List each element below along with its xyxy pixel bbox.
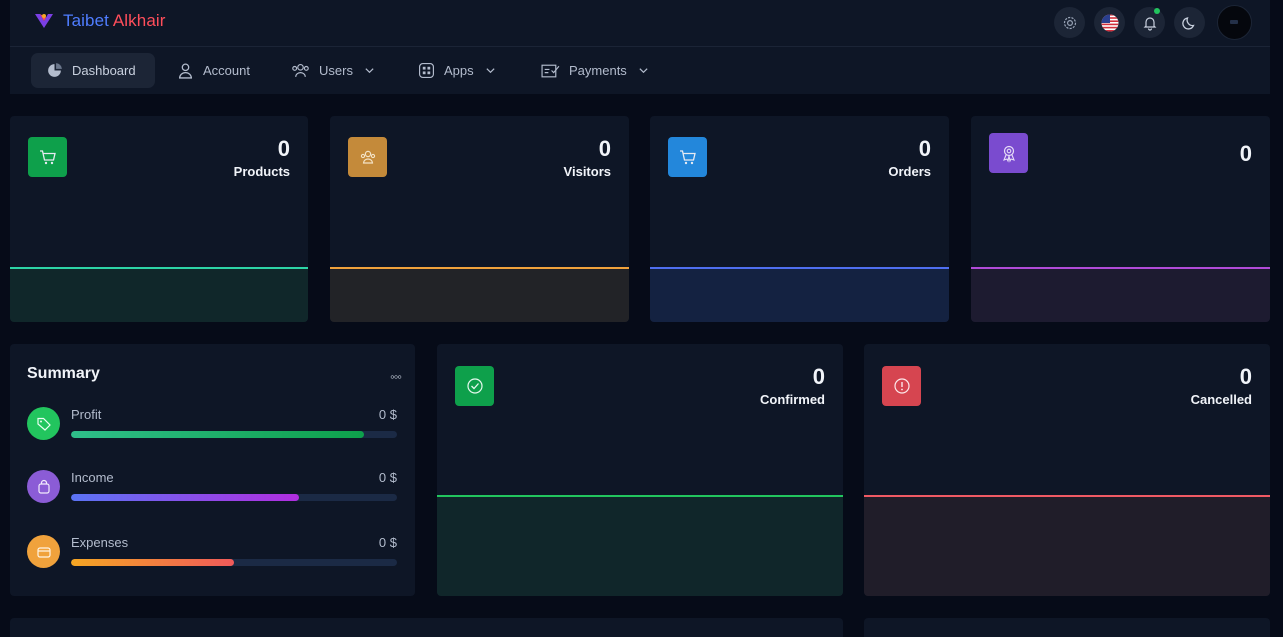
orders-wave: [650, 267, 949, 322]
products-label: Products: [233, 164, 290, 179]
wallet-icon: [27, 535, 60, 568]
nav-label: Account: [203, 63, 250, 78]
main-nav: Dashboard Account Users Apps Payments: [10, 47, 1270, 94]
progress-fill: [71, 431, 365, 438]
summary-value: 0 $: [378, 407, 397, 422]
user-avatar[interactable]: [1217, 5, 1252, 40]
summary-name: Income: [71, 470, 114, 485]
visitors-label: Visitors: [563, 164, 611, 179]
check-circle-icon: [466, 378, 483, 394]
confirmed-icon-box: [455, 366, 494, 406]
stat-card-confirmed: 0 Confirmed: [437, 344, 843, 596]
awards-count: 0: [1239, 141, 1252, 166]
us-flag-icon: [1101, 14, 1118, 31]
summary-name: Expenses: [71, 535, 129, 550]
nav-label: Payments: [569, 63, 627, 78]
summary-title: Summary: [27, 365, 100, 382]
visitors-icon-box: [348, 137, 387, 177]
moon-icon: [1181, 16, 1195, 30]
stat-card-visitors: 0 Visitors: [330, 116, 629, 322]
confirmed-wave: [437, 495, 843, 596]
summary-name: Profit: [71, 407, 102, 422]
orders-count: 0: [918, 136, 931, 161]
summary-value: 0 $: [378, 470, 397, 485]
notification-dot: [1154, 8, 1160, 14]
language-button[interactable]: [1094, 7, 1125, 38]
brand-name-part1: Taibet: [63, 11, 109, 30]
bottom-card-left: [10, 618, 843, 637]
chevron-down-icon: [365, 68, 374, 74]
visitors-wave: [330, 267, 629, 322]
progress-track: [71, 559, 397, 566]
notifications-button[interactable]: [1134, 7, 1165, 38]
users-icon: [360, 150, 375, 164]
theme-toggle-button[interactable]: [1174, 7, 1205, 38]
pie-chart-icon: [48, 63, 62, 77]
cancelled-icon-box: [882, 366, 921, 406]
confirmed-count: 0: [812, 364, 825, 389]
award-icon: [1002, 145, 1015, 163]
alert-circle-icon: [893, 378, 910, 394]
apps-grid-icon: [419, 63, 434, 78]
nav-item-dashboard[interactable]: Dashboard: [31, 53, 155, 88]
page-scrollbar[interactable]: [1270, 0, 1283, 637]
stat-card-awards: 0: [971, 116, 1270, 322]
summary-row-profit: Profit 0 $: [27, 407, 397, 447]
visitors-count: 0: [598, 136, 611, 161]
more-options-icon[interactable]: ◦◦◦: [390, 369, 402, 384]
settings-button[interactable]: [1054, 7, 1085, 38]
cart-icon: [679, 150, 696, 165]
nav-item-apps[interactable]: Apps: [418, 53, 496, 88]
tag-icon: [27, 407, 60, 440]
products-count: 0: [277, 136, 290, 161]
brand-v-icon: [35, 14, 53, 28]
confirmed-label: Confirmed: [760, 392, 825, 407]
chevron-down-icon: [639, 68, 648, 74]
summary-row-income: Income 0 $: [27, 470, 397, 510]
app-header: Taibet Alkhair Dashboard Account Users A…: [10, 0, 1270, 94]
progress-track: [71, 431, 397, 438]
cancelled-label: Cancelled: [1190, 392, 1252, 407]
nav-label: Dashboard: [72, 63, 136, 78]
nav-item-users[interactable]: Users: [291, 53, 375, 88]
progress-fill: [71, 559, 234, 566]
cancelled-wave: [864, 495, 1270, 596]
cart-icon: [39, 150, 56, 165]
orders-icon-box: [668, 137, 707, 177]
summary-row-expenses: Expenses 0 $: [27, 535, 397, 575]
awards-icon-box: [989, 133, 1028, 173]
products-icon-box: [28, 137, 67, 177]
user-icon: [179, 63, 192, 79]
gear-icon: [1063, 16, 1076, 29]
bottom-card-right: [864, 618, 1270, 637]
invoice-icon: [541, 64, 560, 78]
stat-card-products: 0 Products: [10, 116, 308, 322]
top-bar: Taibet Alkhair: [10, 0, 1270, 47]
stat-card-orders: 0 Orders: [650, 116, 949, 322]
nav-item-account[interactable]: Account: [177, 53, 250, 88]
brand-logo[interactable]: Taibet Alkhair: [34, 10, 166, 32]
nav-label: Users: [319, 63, 353, 78]
bell-icon: [1143, 16, 1156, 31]
brand-name-part2: Alkhair: [112, 11, 166, 30]
cancelled-count: 0: [1239, 364, 1252, 389]
nav-item-payments[interactable]: Payments: [541, 53, 649, 88]
progress-track: [71, 494, 397, 501]
nav-label: Apps: [444, 63, 474, 78]
users-icon: [292, 64, 309, 77]
awards-wave: [971, 267, 1270, 322]
stat-card-cancelled: 0 Cancelled: [864, 344, 1270, 596]
chevron-down-icon: [486, 68, 495, 74]
products-wave: [10, 267, 308, 322]
bag-icon: [27, 470, 60, 503]
orders-label: Orders: [888, 164, 931, 179]
summary-value: 0 $: [378, 535, 397, 550]
progress-fill: [71, 494, 300, 501]
summary-card: Summary ◦◦◦ Profit 0 $ Income 0 $ Expens…: [10, 344, 415, 596]
